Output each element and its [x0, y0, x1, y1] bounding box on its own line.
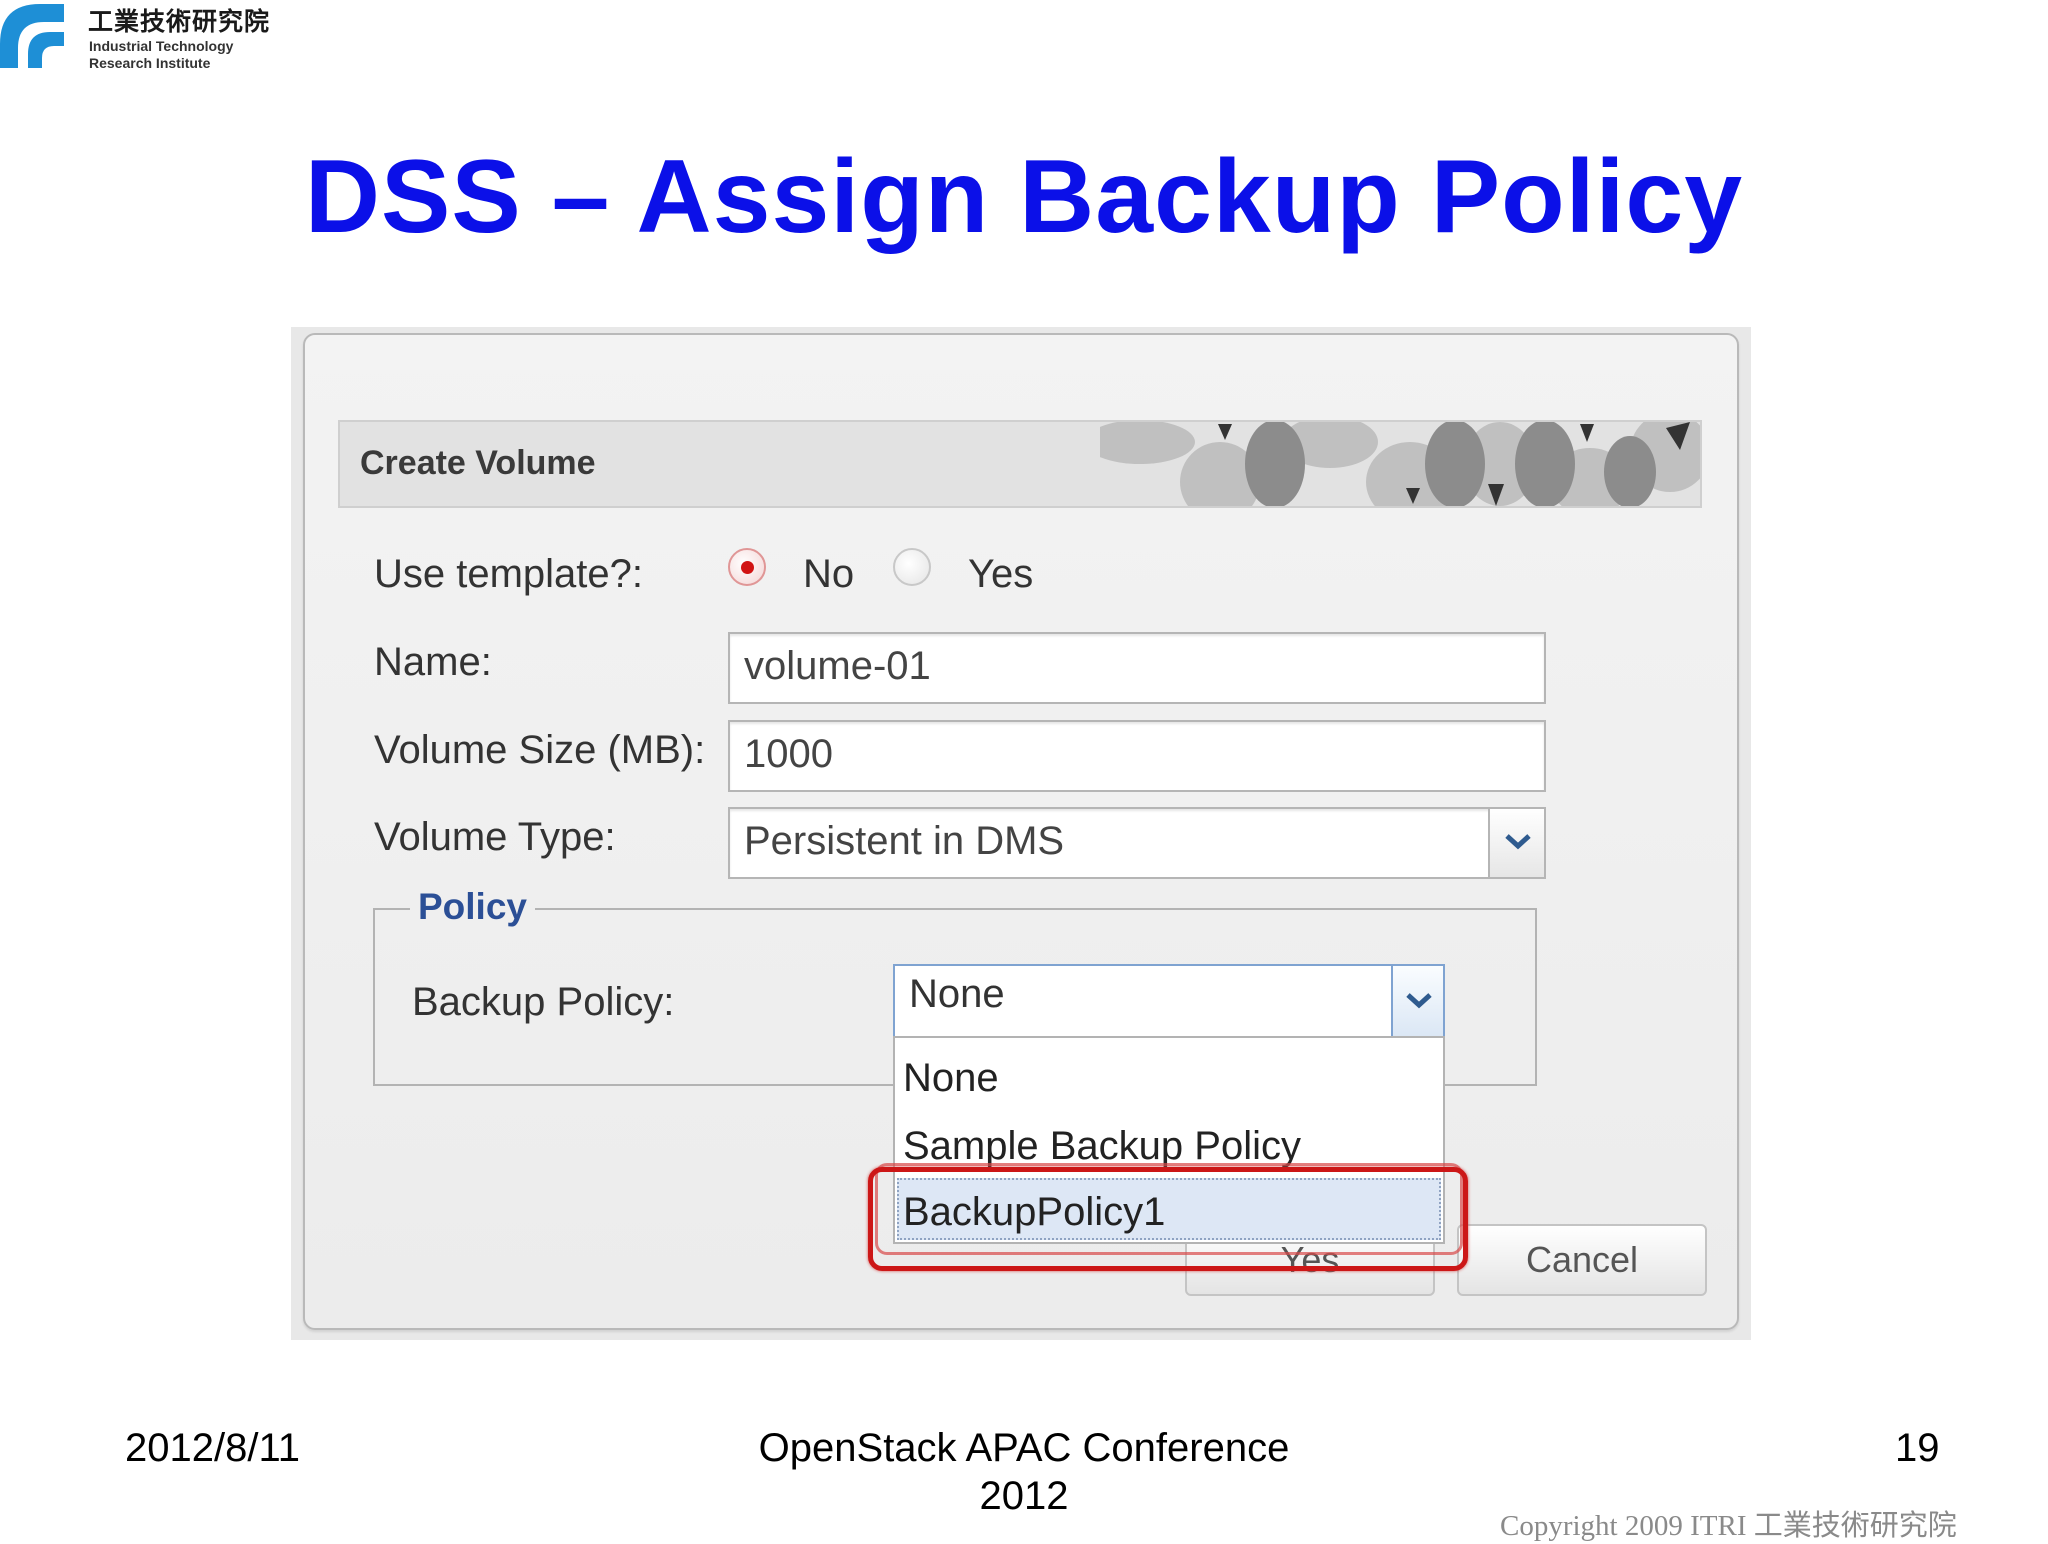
dialog-header: Create Volume: [338, 420, 1702, 508]
chevron-down-icon: [1505, 834, 1531, 850]
volume-type-dropdown-button[interactable]: [1488, 809, 1544, 877]
logo-name-en-line1: Industrial Technology: [89, 38, 234, 54]
use-template-label: Use template?:: [374, 552, 644, 596]
volume-type-label: Volume Type:: [374, 815, 616, 859]
slide-title: DSS – Assign Backup Policy: [304, 139, 1744, 255]
radio-no[interactable]: [728, 548, 766, 586]
chevron-down-icon: [1406, 993, 1432, 1009]
itri-logo: 工業技術研究院 Industrial Technology Research I…: [0, 0, 300, 75]
name-label: Name:: [374, 640, 492, 684]
volume-type-value: Persistent in DMS: [744, 819, 1065, 863]
name-field[interactable]: volume-01: [728, 632, 1546, 704]
logo-name-zh: 工業技術研究院: [88, 7, 271, 36]
volume-size-field[interactable]: 1000: [728, 720, 1546, 792]
cancel-button[interactable]: Cancel: [1457, 1224, 1707, 1296]
footer-copyright: Copyright 2009 ITRI 工業技術研究院: [1500, 1510, 1957, 1542]
volume-type-select[interactable]: Persistent in DMS: [728, 807, 1546, 879]
radio-no-label[interactable]: No: [803, 552, 854, 597]
backup-policy-value: None: [909, 972, 1005, 1016]
policy-legend: Policy: [410, 886, 535, 928]
option-none[interactable]: None: [903, 1056, 999, 1101]
header-decoration: [1100, 422, 1700, 506]
footer-conference-line1: OpenStack APAC Conference: [758, 1426, 1290, 1470]
dialog-title: Create Volume: [360, 444, 596, 482]
highlight-outline: [868, 1167, 1468, 1271]
radio-yes-label[interactable]: Yes: [968, 552, 1033, 597]
backup-policy-label: Backup Policy:: [412, 980, 675, 1024]
itri-logo-icon: [0, 4, 64, 68]
backup-policy-dropdown-button[interactable]: [1391, 966, 1443, 1036]
logo-name-en-line2: Research Institute: [89, 55, 211, 71]
backup-policy-select[interactable]: None: [893, 964, 1445, 1038]
footer-page-number: 19: [1895, 1426, 1940, 1470]
volume-size-label: Volume Size (MB):: [374, 728, 706, 772]
radio-yes[interactable]: [893, 548, 931, 586]
